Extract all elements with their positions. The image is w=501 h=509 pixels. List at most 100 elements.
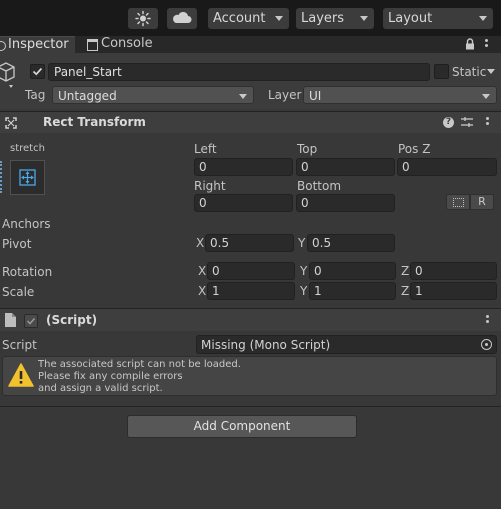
tab-bar: Inspector Console [0, 36, 501, 54]
script-component-body: Script Missing (Mono Script) The associa… [0, 331, 501, 406]
help-icon[interactable]: ? [443, 117, 454, 128]
bottom-label: Bottom [297, 179, 342, 193]
add-component-button[interactable]: Add Component [127, 415, 357, 438]
anchor-stretch-icon [19, 169, 36, 186]
chevron-down-icon [360, 16, 368, 21]
layout-dropdown[interactable]: Layout [383, 8, 493, 29]
tab-console-label: Console [101, 36, 153, 51]
account-label: Account [213, 11, 266, 26]
static-dropdown-arrow[interactable] [487, 69, 495, 74]
rect-transform-title: Rect Transform [43, 115, 146, 129]
tab-console[interactable]: Console [82, 36, 162, 53]
static-checkbox[interactable] [434, 64, 449, 79]
tab-inspector-label: Inspector [8, 37, 69, 52]
rect-transform-icon [5, 117, 17, 129]
script-enabled-checkbox[interactable] [24, 314, 38, 328]
lock-icon[interactable] [465, 38, 475, 50]
collab-button[interactable] [128, 8, 158, 29]
script-component-header[interactable]: (Script) [0, 309, 501, 331]
collab-icon [135, 10, 151, 27]
anchor-preset-button[interactable] [10, 160, 45, 195]
component-menu-icon[interactable] [486, 315, 489, 325]
bottom-field[interactable]: 0 [296, 194, 395, 212]
right-label: Right [194, 179, 226, 193]
warning-line-3: and assign a valid script. [38, 383, 163, 394]
divider [0, 406, 501, 407]
pivot-y-axis-label: Y [298, 236, 306, 250]
tag-dropdown[interactable]: Untagged [52, 86, 254, 104]
raw-edit-button[interactable]: R [470, 194, 494, 210]
active-checkbox[interactable] [30, 64, 45, 79]
scale-y-axis-label: Y [300, 284, 308, 298]
rect-transform-body: stretch Left 0 Top 0 Pos Z 0 Right 0 Bot… [0, 133, 501, 308]
script-file-icon [5, 313, 16, 327]
chevron-down-icon [239, 94, 247, 99]
blueprint-mode-button[interactable] [446, 194, 470, 210]
component-menu-icon[interactable] [486, 117, 489, 127]
add-component-label: Add Component [193, 419, 291, 433]
tab-inspector[interactable]: Inspector [0, 36, 75, 54]
layer-dropdown[interactable]: UI [303, 86, 497, 104]
chevron-down-icon [275, 16, 283, 21]
object-header: Panel_Start Static Tag Untagged Layer UI [0, 53, 501, 109]
anchor-preset-label: stretch [10, 143, 45, 154]
chevron-down-icon [479, 16, 487, 21]
warning-line-1: The associated script can not be loaded. [38, 359, 241, 370]
scale-label: Scale [2, 285, 35, 299]
top-field[interactable]: 0 [296, 158, 395, 176]
layers-dropdown[interactable]: Layers [296, 8, 374, 29]
rotation-y-field[interactable]: 0 [309, 262, 396, 280]
warning-box: The associated script can not be loaded.… [2, 356, 497, 396]
scale-z-axis-label: Z [401, 284, 410, 298]
top-label: Top [297, 142, 318, 156]
cloud-icon [173, 11, 192, 23]
blueprint-icon [453, 198, 464, 207]
rect-transform-header[interactable]: Rect Transform ? [0, 112, 501, 133]
check-icon [32, 67, 43, 76]
anchors-label[interactable]: Anchors [2, 217, 51, 231]
layer-label: Layer [268, 88, 302, 102]
layer-value: UI [309, 89, 322, 103]
rotation-label: Rotation [2, 265, 53, 279]
scale-y-field[interactable]: 1 [309, 282, 396, 300]
pivot-label: Pivot [2, 237, 32, 251]
top-toolbar: Account Layers Layout [0, 0, 501, 36]
pivot-y-field[interactable]: 0.5 [307, 234, 395, 252]
chevron-down-icon [482, 94, 490, 99]
presets-icon[interactable] [461, 117, 473, 128]
script-object-field[interactable]: Missing (Mono Script) [196, 335, 497, 354]
warning-icon [8, 363, 34, 387]
pivot-x-axis-label: X [196, 236, 205, 250]
scale-z-field[interactable]: 1 [410, 282, 497, 300]
object-name-field[interactable]: Panel_Start [48, 63, 430, 81]
script-label: Script [2, 338, 37, 352]
rotation-z-axis-label: Z [401, 264, 410, 278]
posz-label: Pos Z [398, 142, 431, 156]
rotation-x-field[interactable]: 0 [207, 262, 295, 280]
tag-value: Untagged [58, 89, 117, 103]
console-icon [87, 39, 98, 51]
script-component-title: (Script) [46, 313, 98, 327]
cloud-button[interactable] [167, 8, 197, 29]
layers-label: Layers [301, 11, 345, 26]
gameobject-cube-icon [0, 62, 15, 88]
pivot-x-field[interactable]: 0.5 [205, 234, 294, 252]
warning-line-2: Please fix any compile errors [38, 371, 183, 382]
left-field[interactable]: 0 [194, 158, 293, 176]
scale-x-field[interactable]: 1 [207, 282, 295, 300]
script-value: Missing (Mono Script) [201, 338, 331, 352]
rotation-x-axis-label: X [198, 264, 207, 278]
scale-x-axis-label: X [198, 284, 207, 298]
inspector-icon [0, 41, 6, 51]
right-field[interactable]: 0 [194, 194, 293, 212]
account-dropdown[interactable]: Account [208, 8, 289, 29]
anchor-side-marker [0, 161, 2, 193]
left-label: Left [194, 142, 217, 156]
layout-label: Layout [388, 11, 433, 26]
tab-menu-icon[interactable] [485, 39, 488, 49]
check-icon [26, 317, 36, 325]
raw-edit-label: R [478, 195, 486, 208]
rotation-z-field[interactable]: 0 [410, 262, 497, 280]
object-picker-dot [485, 343, 488, 346]
posz-field[interactable]: 0 [397, 158, 497, 176]
